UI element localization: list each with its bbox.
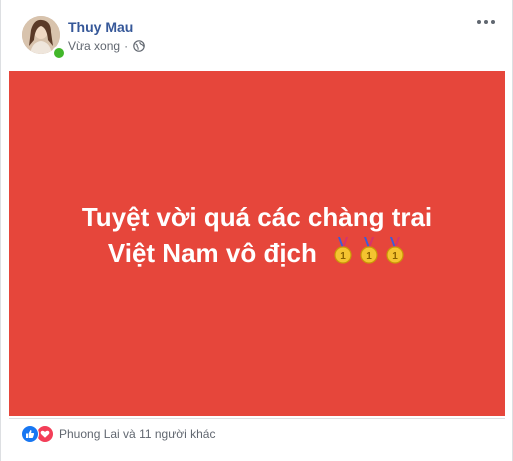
medal-group: 1 1 1 [332,236,406,265]
reaction-summary-text[interactable]: Phuong Lai và 11 người khác [59,426,215,442]
medal-icon: 1 [332,236,354,265]
more-options-icon[interactable] [474,14,498,30]
author-name[interactable]: Thuy Mau [68,18,133,36]
meta-separator: · [124,39,129,53]
globe-icon[interactable] [133,40,145,52]
svg-text:1: 1 [340,251,346,262]
post-text: Tuyệt vời quá các chàng trai Việt Nam vô… [37,199,477,271]
post-background: Tuyệt vời quá các chàng trai Việt Nam vô… [9,71,505,416]
post-text-line-1: Tuyệt vời quá các chàng trai [81,201,433,232]
post-meta: Vừa xong · [68,38,145,54]
reaction-summary[interactable]: Phuong Lai và 11 người khác [21,425,215,443]
online-status-indicator [52,46,66,60]
post-header: Thuy Mau Vừa xong · [1,0,512,70]
post-card: Thuy Mau Vừa xong · Tuyệt vời quá các ch… [0,0,513,461]
post-text-line-2-wrap: Việt Nam vô địch 1 1 1 [37,235,477,271]
medal-icon: 1 [384,236,406,265]
post-text-line-2: Việt Nam vô địch [107,237,317,268]
medal-icon: 1 [358,236,380,265]
svg-text:1: 1 [366,251,372,262]
post-timestamp[interactable]: Vừa xong [68,38,120,54]
footer-divider [9,418,505,419]
like-icon [21,425,39,443]
svg-text:1: 1 [392,251,398,262]
